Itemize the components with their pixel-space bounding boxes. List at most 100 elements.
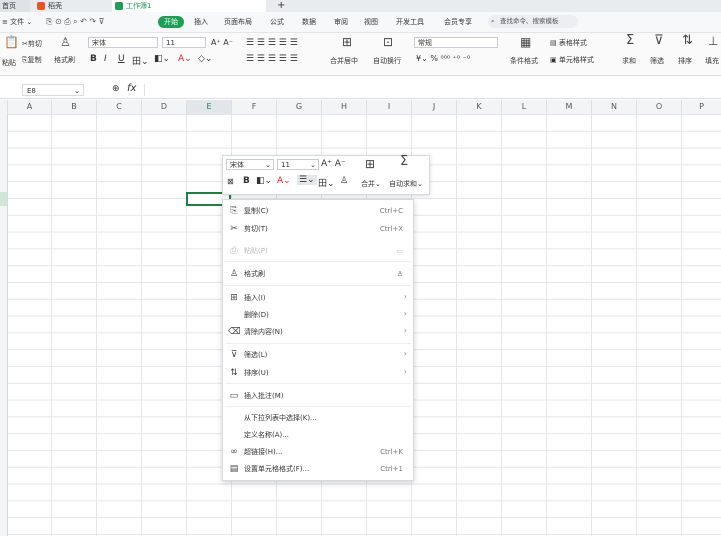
row-headers[interactable] — [0, 114, 8, 536]
bold-icon[interactable]: B — [90, 54, 97, 64]
tab-start[interactable]: 开始 — [158, 16, 184, 28]
menu-item-hyperlink[interactable]: ∞ 超链接(H)... Ctrl+K — [223, 444, 413, 460]
col-header-g[interactable]: G — [276, 100, 321, 114]
font-grow-shrink-icons[interactable]: A⁺ A⁻ — [211, 38, 233, 47]
format-painter-icon[interactable]: ♙ — [60, 36, 71, 48]
merge-icon[interactable]: ⊞ — [342, 36, 352, 48]
mini-fill-color-icon[interactable]: ◧⌄ — [256, 176, 272, 186]
mini-font-color-icon[interactable]: A⌄ — [277, 176, 291, 186]
align-top-icons[interactable]: ☰ ☰ ☰ ☰ ☰ — [246, 38, 298, 48]
mini-sum-icon[interactable]: Σ — [400, 155, 408, 168]
mini-font-name[interactable]: 宋体 ⌄ — [226, 159, 274, 170]
clear-icon[interactable]: ◇⌄ — [198, 54, 212, 64]
cond-format-label[interactable]: 条件格式 — [510, 56, 538, 66]
conditional-format-icon[interactable]: ▦ — [520, 36, 531, 48]
tab-docer[interactable]: 稻壳 — [34, 0, 106, 12]
menu-item-insert-comment[interactable]: ▭ 插入批注(M) — [223, 388, 413, 404]
col-header-l[interactable]: L — [501, 100, 546, 114]
search-box[interactable]: ⌕ 查找命令、搜索模板 — [488, 15, 578, 28]
col-header-d[interactable]: D — [141, 100, 186, 114]
col-header-j[interactable]: J — [411, 100, 456, 114]
col-header-e[interactable]: E — [186, 100, 231, 114]
table-style-button[interactable]: ▤ 表格样式 — [550, 38, 587, 48]
quick-access-icons[interactable]: ⎘ ⊙ ⎙ ⌕ ↶ ↷ ⊽ — [46, 16, 105, 28]
underline-icon[interactable]: U — [118, 54, 125, 64]
align-horizontal-icons[interactable]: ☰ ☰ ☰ ☰ ☰ — [246, 54, 298, 64]
col-header-o[interactable]: O — [636, 100, 681, 114]
mini-format-icon[interactable]: ⊠ — [227, 177, 234, 186]
mini-format-painter-icon[interactable]: ♙ — [340, 176, 348, 186]
mini-font-grow-shrink-icons[interactable]: A⁺ A⁻ — [321, 159, 346, 169]
cell-style-button[interactable]: ▣ 单元格样式 — [550, 55, 594, 65]
tab-page-layout[interactable]: 页面布局 — [224, 16, 252, 28]
wrap-label[interactable]: 自动换行 — [373, 56, 401, 66]
name-box[interactable]: E8 ⌄ — [22, 84, 84, 96]
format-painter-label[interactable]: 格式刷 — [54, 55, 75, 65]
paste-icon[interactable]: 📋 — [4, 36, 19, 48]
formula-input[interactable] — [144, 84, 721, 96]
col-header-h[interactable]: H — [321, 100, 366, 114]
col-header-f[interactable]: F — [231, 100, 276, 114]
new-tab-button[interactable]: + — [274, 0, 290, 12]
font-name-select[interactable]: 宋体 — [88, 37, 158, 48]
mini-autosum-label[interactable]: 自动求和⌄ — [389, 179, 423, 189]
col-header-b[interactable]: B — [51, 100, 96, 114]
fx-icon[interactable]: fx — [127, 83, 136, 94]
menu-item-cut[interactable]: ✂ 剪切(T) Ctrl+X — [223, 221, 413, 237]
font-color-icon[interactable]: A⌄ — [178, 54, 192, 64]
italic-icon[interactable]: I — [104, 54, 107, 64]
menu-item-insert[interactable]: ⊞ 插入(I) › — [223, 290, 413, 306]
filter-label[interactable]: 筛选 — [650, 56, 664, 66]
sum-icon[interactable]: Σ — [626, 34, 634, 47]
mini-merge-icon[interactable]: ⊞ — [365, 158, 375, 170]
menu-item-delete[interactable]: 删除(D) › — [223, 307, 413, 323]
menu-item-define-name[interactable]: 定义名称(A)... — [223, 427, 413, 443]
menu-item-filter[interactable]: ⊽ 筛选(L) › — [223, 347, 413, 363]
number-format-icons[interactable]: ¥⌄ % ⁰⁰⁰ ⁺⁰ ⁻⁰ — [416, 54, 470, 63]
sort-icon[interactable]: ⇅ — [682, 34, 693, 47]
tab-developer[interactable]: 开发工具 — [396, 16, 424, 28]
col-header-n[interactable]: N — [591, 100, 636, 114]
cut-button[interactable]: ✂剪切 — [22, 39, 42, 49]
mini-merge-label[interactable]: 合并⌄ — [361, 179, 381, 189]
tab-workbook[interactable]: 工作簿1 — [112, 0, 266, 12]
fill-color-icon[interactable]: ◧⌄ — [154, 54, 170, 64]
menu-item-clear[interactable]: ⌫ 清除内容(N) › — [223, 324, 413, 340]
tab-formula[interactable]: 公式 — [270, 16, 284, 28]
tab-review[interactable]: 审阅 — [334, 16, 348, 28]
menu-item-copy[interactable]: ⎘ 复制(C) Ctrl+C — [223, 203, 413, 219]
zoom-icon[interactable]: ⊕ — [112, 84, 120, 94]
wrap-icon[interactable]: ⊡ — [383, 36, 393, 48]
paste-label[interactable]: 粘贴 — [2, 58, 16, 68]
tab-member[interactable]: 会员专享 — [444, 16, 472, 28]
tab-data[interactable]: 数据 — [302, 16, 316, 28]
menu-item-format-cells[interactable]: ▤ 设置单元格格式(F)... Ctrl+1 — [223, 461, 413, 477]
col-header-i[interactable]: I — [366, 100, 411, 114]
col-header-m[interactable]: M — [546, 100, 591, 114]
font-size-select[interactable]: 11 — [162, 37, 206, 48]
menu-item-format-painter[interactable]: ♙ 格式刷 ♙ — [223, 266, 413, 282]
tab-insert[interactable]: 插入 — [194, 16, 208, 28]
col-header-p[interactable]: P — [681, 100, 721, 114]
menu-item-pick-from-list[interactable]: 从下拉列表中选择(K)... — [223, 410, 413, 426]
merge-center-label[interactable]: 合并居中 — [330, 56, 358, 66]
filter-icon[interactable]: ⊽ — [654, 34, 664, 47]
fill-label[interactable]: 填充 — [705, 56, 719, 66]
mini-align-center-icon[interactable]: ☰⌄ — [297, 175, 317, 185]
col-header-k[interactable]: K — [456, 100, 501, 114]
number-format-select[interactable]: 常规 — [414, 37, 498, 48]
sum-label[interactable]: 求和 — [622, 56, 636, 66]
file-menu[interactable]: ≡ 文件 ⌄ — [2, 16, 32, 28]
mini-bold-icon[interactable]: B — [243, 176, 250, 186]
mini-border-icon[interactable]: 田⌄ — [318, 176, 335, 189]
mini-font-size[interactable]: 11 ⌄ — [277, 159, 319, 170]
sort-label[interactable]: 排序 — [678, 56, 692, 66]
col-header-a[interactable]: A — [7, 100, 51, 114]
menu-item-sort[interactable]: ⇅ 排序(U) › — [223, 365, 413, 381]
tab-home[interactable]: 首页 — [0, 0, 30, 12]
copy-button[interactable]: ⎘复制 — [22, 55, 42, 65]
border-icon[interactable]: 田⌄ — [132, 54, 149, 67]
fill-icon[interactable]: ⊥ — [708, 35, 718, 47]
tab-view[interactable]: 视图 — [364, 16, 378, 28]
col-header-c[interactable]: C — [96, 100, 141, 114]
